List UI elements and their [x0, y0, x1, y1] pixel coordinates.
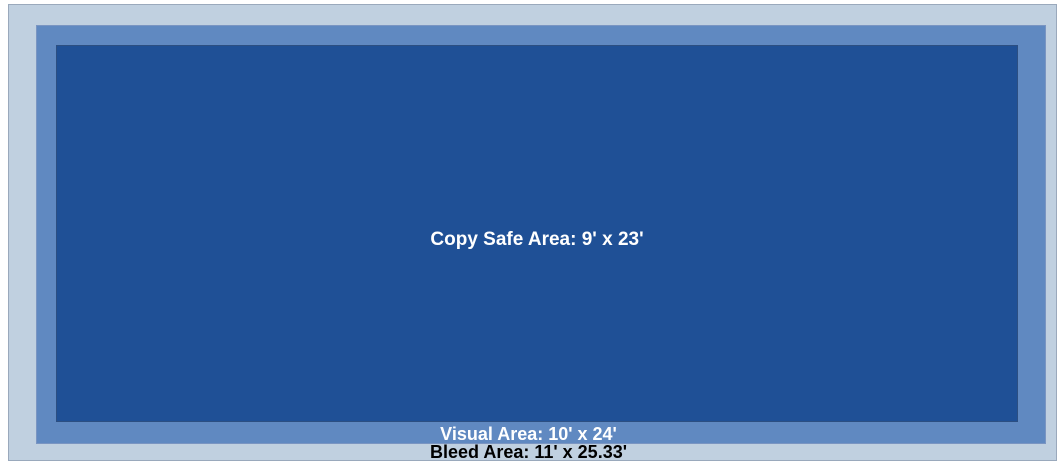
- bleed-area-label: Bleed Area: 11' x 25.33': [429, 442, 627, 462]
- visual-area-label: Visual Area: 10' x 24': [440, 424, 617, 444]
- copy-safe-area-label: Copy Safe Area: 9' x 23': [430, 229, 644, 250]
- copy-safe-area: Copy Safe Area: 9' x 23': [56, 45, 1018, 422]
